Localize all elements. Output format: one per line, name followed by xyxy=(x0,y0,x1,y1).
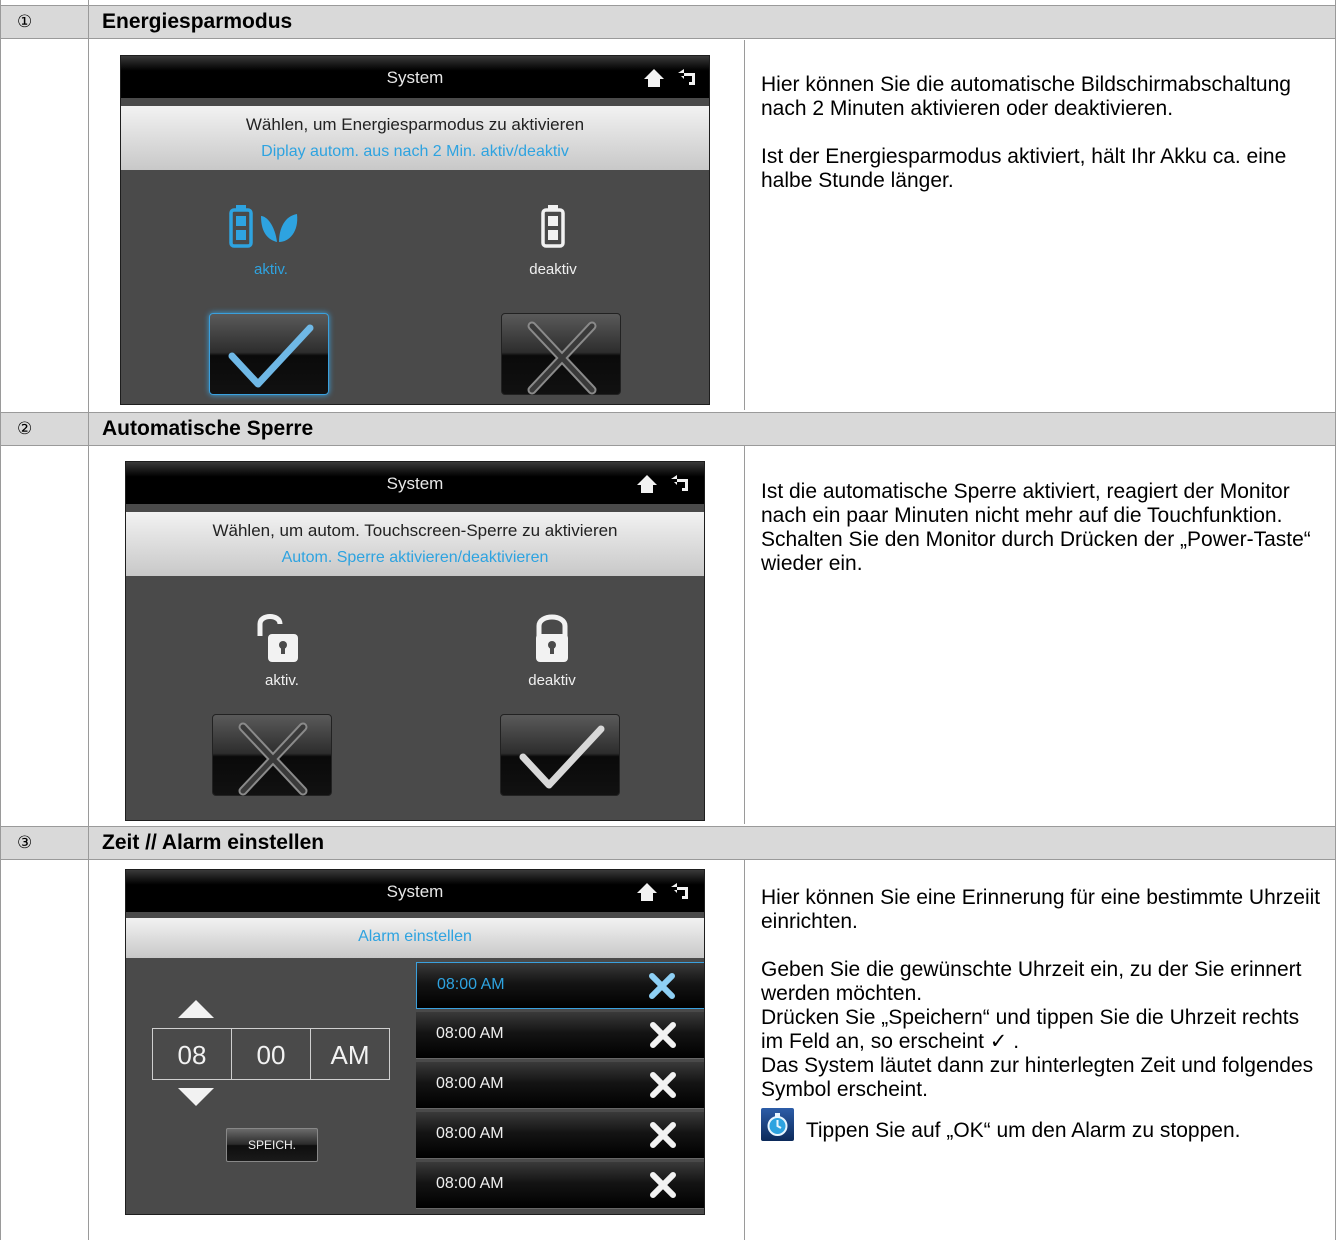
description-paragraph: Drücken Sie „Speichern“ und tippen Sie d… xyxy=(761,1006,1300,1053)
alarm-row[interactable]: 08:00 AM xyxy=(416,1062,704,1109)
instruction-subtext: Autom. Sperre aktivieren/deaktivieren xyxy=(281,549,549,566)
battery-icon[interactable] xyxy=(539,202,567,250)
description-paragraph: Ist der Energiesparmodus aktiviert, hält… xyxy=(761,145,1287,192)
section-title: Zeit // Alarm einstellen xyxy=(102,831,325,854)
home-icon[interactable] xyxy=(643,68,665,88)
alarm-time: 08:00 AM xyxy=(436,1125,504,1142)
home-icon[interactable] xyxy=(636,474,658,494)
unlocked-padlock-icon[interactable] xyxy=(252,610,308,666)
description-paragraph: Ist die automatische Sperre aktiviert, r… xyxy=(761,480,1311,575)
back-icon[interactable] xyxy=(670,474,692,494)
instruction-subtext: Diplay autom. aus nach 2 Min. aktiv/deak… xyxy=(261,143,569,160)
cancel-button[interactable] xyxy=(212,714,332,796)
instruction-text: Wählen, um autom. Touchscreen-Sperre zu … xyxy=(212,521,618,540)
save-button[interactable]: SPEICH. xyxy=(226,1128,318,1162)
cancel-button[interactable] xyxy=(501,313,621,395)
close-icon[interactable] xyxy=(650,1022,676,1048)
description-paragraph: Geben Sie die gewünschte Uhrzeit ein, zu… xyxy=(761,958,1302,1005)
alarm-row[interactable]: 08:00 AM xyxy=(416,1162,704,1209)
description-lock: Ist die automatische Sperre aktiviert, r… xyxy=(761,480,1321,600)
ampm-field[interactable]: AM xyxy=(310,1028,390,1080)
alarm-time: 08:00 AM xyxy=(436,1075,504,1092)
alarm-row[interactable]: 08:00 AM xyxy=(416,962,704,1009)
option-label-inactive: deaktiv xyxy=(528,672,576,689)
description-alarm: Hier können Sie eine Erinnerung für eine… xyxy=(761,886,1321,1143)
section-header-alarm: ③ Zeit // Alarm einstellen xyxy=(0,826,1336,860)
instruction-text: Wählen, um Energiesparmodus zu aktiviere… xyxy=(245,115,585,134)
alarm-row[interactable]: 08:00 AM xyxy=(416,1012,704,1059)
stopwatch-icon xyxy=(761,1108,794,1141)
alarm-time: 08:00 AM xyxy=(436,1025,504,1042)
option-label-inactive: deaktiv xyxy=(529,261,577,278)
back-icon[interactable] xyxy=(677,68,699,88)
arrow-up-icon[interactable] xyxy=(178,1000,214,1018)
section-number: ③ xyxy=(3,827,89,859)
close-icon[interactable] xyxy=(650,1122,676,1148)
section-header-sperre: ② Automatische Sperre xyxy=(0,412,1336,446)
section-header-energiesparmodus: ① Energiesparmodus xyxy=(0,5,1336,39)
section-number: ① xyxy=(3,6,89,38)
confirm-button[interactable] xyxy=(209,313,329,395)
screen-title: System xyxy=(386,882,444,901)
close-icon xyxy=(527,321,597,395)
battery-leaf-icon[interactable] xyxy=(227,202,315,250)
alarm-time: 08:00 AM xyxy=(436,1175,504,1192)
section-title: Automatische Sperre xyxy=(102,417,314,440)
alarm-row[interactable]: 08:00 AM xyxy=(416,1112,704,1159)
alarm-time: 08:00 AM xyxy=(437,976,505,993)
description-paragraph: Hier können Sie die automatische Bildsch… xyxy=(761,73,1291,120)
screen-title: System xyxy=(386,68,444,87)
device-screen-alarm: System Alarm einstellen 08 00 AM SPEICH.… xyxy=(125,869,705,1215)
close-icon[interactable] xyxy=(650,1072,676,1098)
option-label-active: aktiv. xyxy=(265,672,299,689)
description-paragraph: Das System läutet dann zur hinterlegten … xyxy=(761,1054,1314,1101)
locked-padlock-icon[interactable] xyxy=(524,610,580,666)
confirm-button[interactable] xyxy=(500,714,620,796)
alarm-note: Tippen Sie auf „OK“ um den Alarm zu stop… xyxy=(761,1102,1321,1143)
checkmark-icon xyxy=(228,324,314,388)
instruction-bar: Wählen, um Energiesparmodus zu aktiviere… xyxy=(121,106,709,170)
instruction-bar: Wählen, um autom. Touchscreen-Sperre zu … xyxy=(126,512,704,576)
device-screen-energy: System Wählen, um Energiesparmodus zu ak… xyxy=(120,55,710,405)
device-screen-lock: System Wählen, um autom. Touchscreen-Spe… xyxy=(125,461,705,821)
checkmark-icon xyxy=(519,725,605,789)
section-title: Energiesparmodus xyxy=(102,10,293,33)
instruction-bar: Alarm einstellen xyxy=(126,918,704,958)
close-icon[interactable] xyxy=(649,973,675,999)
close-icon xyxy=(238,722,308,796)
back-icon[interactable] xyxy=(670,882,692,902)
description-paragraph: Tippen Sie auf „OK“ um den Alarm zu stop… xyxy=(805,1119,1241,1142)
description-paragraph: Hier können Sie eine Erinnerung für eine… xyxy=(761,886,1321,933)
screen-title: System xyxy=(386,474,444,493)
time-picker: 08 00 AM xyxy=(152,1028,392,1082)
option-label-active: aktiv. xyxy=(254,261,288,278)
instruction-subtext: Alarm einstellen xyxy=(358,928,472,945)
section-number: ② xyxy=(3,413,89,445)
arrow-down-icon[interactable] xyxy=(178,1088,214,1106)
minute-field[interactable]: 00 xyxy=(231,1028,311,1080)
close-icon[interactable] xyxy=(650,1172,676,1198)
home-icon[interactable] xyxy=(636,882,658,902)
hour-field[interactable]: 08 xyxy=(152,1028,232,1080)
description-energy: Hier können Sie die automatische Bildsch… xyxy=(761,73,1321,217)
